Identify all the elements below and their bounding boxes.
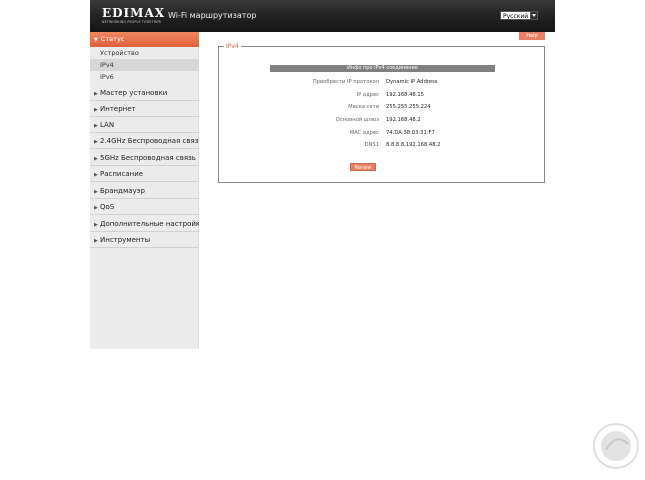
- sidebar-item-label: QoS: [100, 203, 115, 211]
- sidebar-item-label: 2.4GHz Беспроводная связь: [100, 137, 203, 145]
- sidebar-item-wireless-5[interactable]: ▶ 5GHz Беспроводная связь: [90, 150, 199, 166]
- sidebar-item-label: LAN: [100, 121, 115, 129]
- info-value: 192.168.48.15: [386, 92, 424, 98]
- info-row: Приобрести IP протокол Dynamic IP Addres…: [270, 77, 495, 87]
- info-value: 255.255.255.224: [386, 104, 431, 110]
- app-title: Wi-Fi маршрутизатор: [168, 11, 257, 20]
- ipv4-fieldset: IPv4 Инфо про IPv4 соединение Приобрести…: [218, 42, 545, 183]
- sidebar-item-label: Интернет: [100, 105, 136, 113]
- sidebar-subitem-device[interactable]: Устройство: [90, 47, 199, 59]
- sidebar-item-qos[interactable]: ▶ QoS: [90, 199, 199, 215]
- fieldset-legend: IPv4: [224, 42, 241, 51]
- sidebar-subitem-ipv4[interactable]: IPv4: [90, 59, 199, 71]
- info-value: 192.168.48.2: [386, 117, 421, 123]
- sidebar-item-status[interactable]: ▼ Статус: [90, 32, 199, 47]
- info-row: MAC адрес 74:DA:38:03:31:F7: [270, 128, 495, 138]
- sidebar-item-label: Мастер установки: [100, 89, 168, 97]
- info-row: Основной шлюз 192.168.48.2: [270, 115, 495, 125]
- edimax-logo: EDIMAX NETWORKING PEOPLE TOGETHER: [102, 6, 166, 24]
- info-row: DNS1 8.8.8.8,192.168.48.2: [270, 140, 495, 150]
- info-label: Приобрести IP протокол: [312, 79, 379, 85]
- info-table-header: Инфо про IPv4 соединение: [270, 65, 495, 72]
- chevron-down-icon[interactable]: [530, 11, 538, 20]
- header-bar: EDIMAX NETWORKING PEOPLE TOGETHER Wi-Fi …: [90, 0, 555, 32]
- sidebar-item-schedule[interactable]: ▶ Расписание: [90, 166, 199, 182]
- info-label: Маска сети: [348, 104, 379, 110]
- sidebar-item-wireless-24[interactable]: ▶ 2.4GHz Беспроводная связь: [90, 133, 203, 149]
- sidebar-item-advanced[interactable]: ▶ Дополнительные настройки: [90, 216, 205, 232]
- sidebar-item-firewall[interactable]: ▶ Брандмауэр: [90, 183, 199, 199]
- triangle-down-icon: ▼: [94, 37, 98, 43]
- sidebar-item-label: 5GHz Беспроводная связь: [100, 154, 196, 162]
- help-button[interactable]: Help: [519, 32, 545, 40]
- watermark-logo: [593, 423, 639, 469]
- sidebar-item-setup-wizard[interactable]: ▶ Мастер установки: [90, 85, 199, 101]
- sidebar: ▼ Статус Устройство IPv4 IPv6 ▶ Мастер уст…: [90, 32, 205, 349]
- info-label: DNS1: [364, 142, 379, 148]
- renew-button[interactable]: Renew: [350, 163, 376, 171]
- info-value: 74:DA:38:03:31:F7: [386, 130, 435, 136]
- language-select[interactable]: Русский: [500, 11, 538, 20]
- sidebar-item-label: Статус: [100, 35, 125, 43]
- language-value: Русский: [503, 13, 529, 20]
- sidebar-item-tools[interactable]: ▶ Инструменты: [90, 232, 199, 248]
- info-label: Основной шлюз: [335, 117, 379, 123]
- router-page: EDIMAX NETWORKING PEOPLE TOGETHER Wi-Fi …: [90, 0, 555, 349]
- info-label: MAC адрес: [349, 130, 379, 136]
- info-value: 8.8.8.8,192.168.48.2: [386, 142, 441, 148]
- sidebar-item-internet[interactable]: ▶ Интернет: [90, 101, 199, 117]
- info-label: IP адрес: [356, 92, 379, 98]
- sidebar-item-label: Дополнительные настройки: [100, 220, 205, 228]
- info-row: IP адрес 192.168.48.15: [270, 90, 495, 100]
- info-value: Dynamic IP Address: [386, 79, 438, 85]
- sidebar-item-label: Инструменты: [100, 236, 151, 244]
- sidebar-item-label: Расписание: [100, 170, 144, 178]
- sidebar-item-lan[interactable]: ▶ LAN: [90, 117, 199, 133]
- main-content: Help IPv4 Инфо про IPv4 соединение Приоб…: [199, 32, 555, 349]
- sidebar-subitem-ipv6[interactable]: IPv6: [90, 71, 199, 83]
- sidebar-item-label: Брандмауэр: [100, 187, 145, 195]
- info-row: Маска сети 255.255.255.224: [270, 102, 495, 112]
